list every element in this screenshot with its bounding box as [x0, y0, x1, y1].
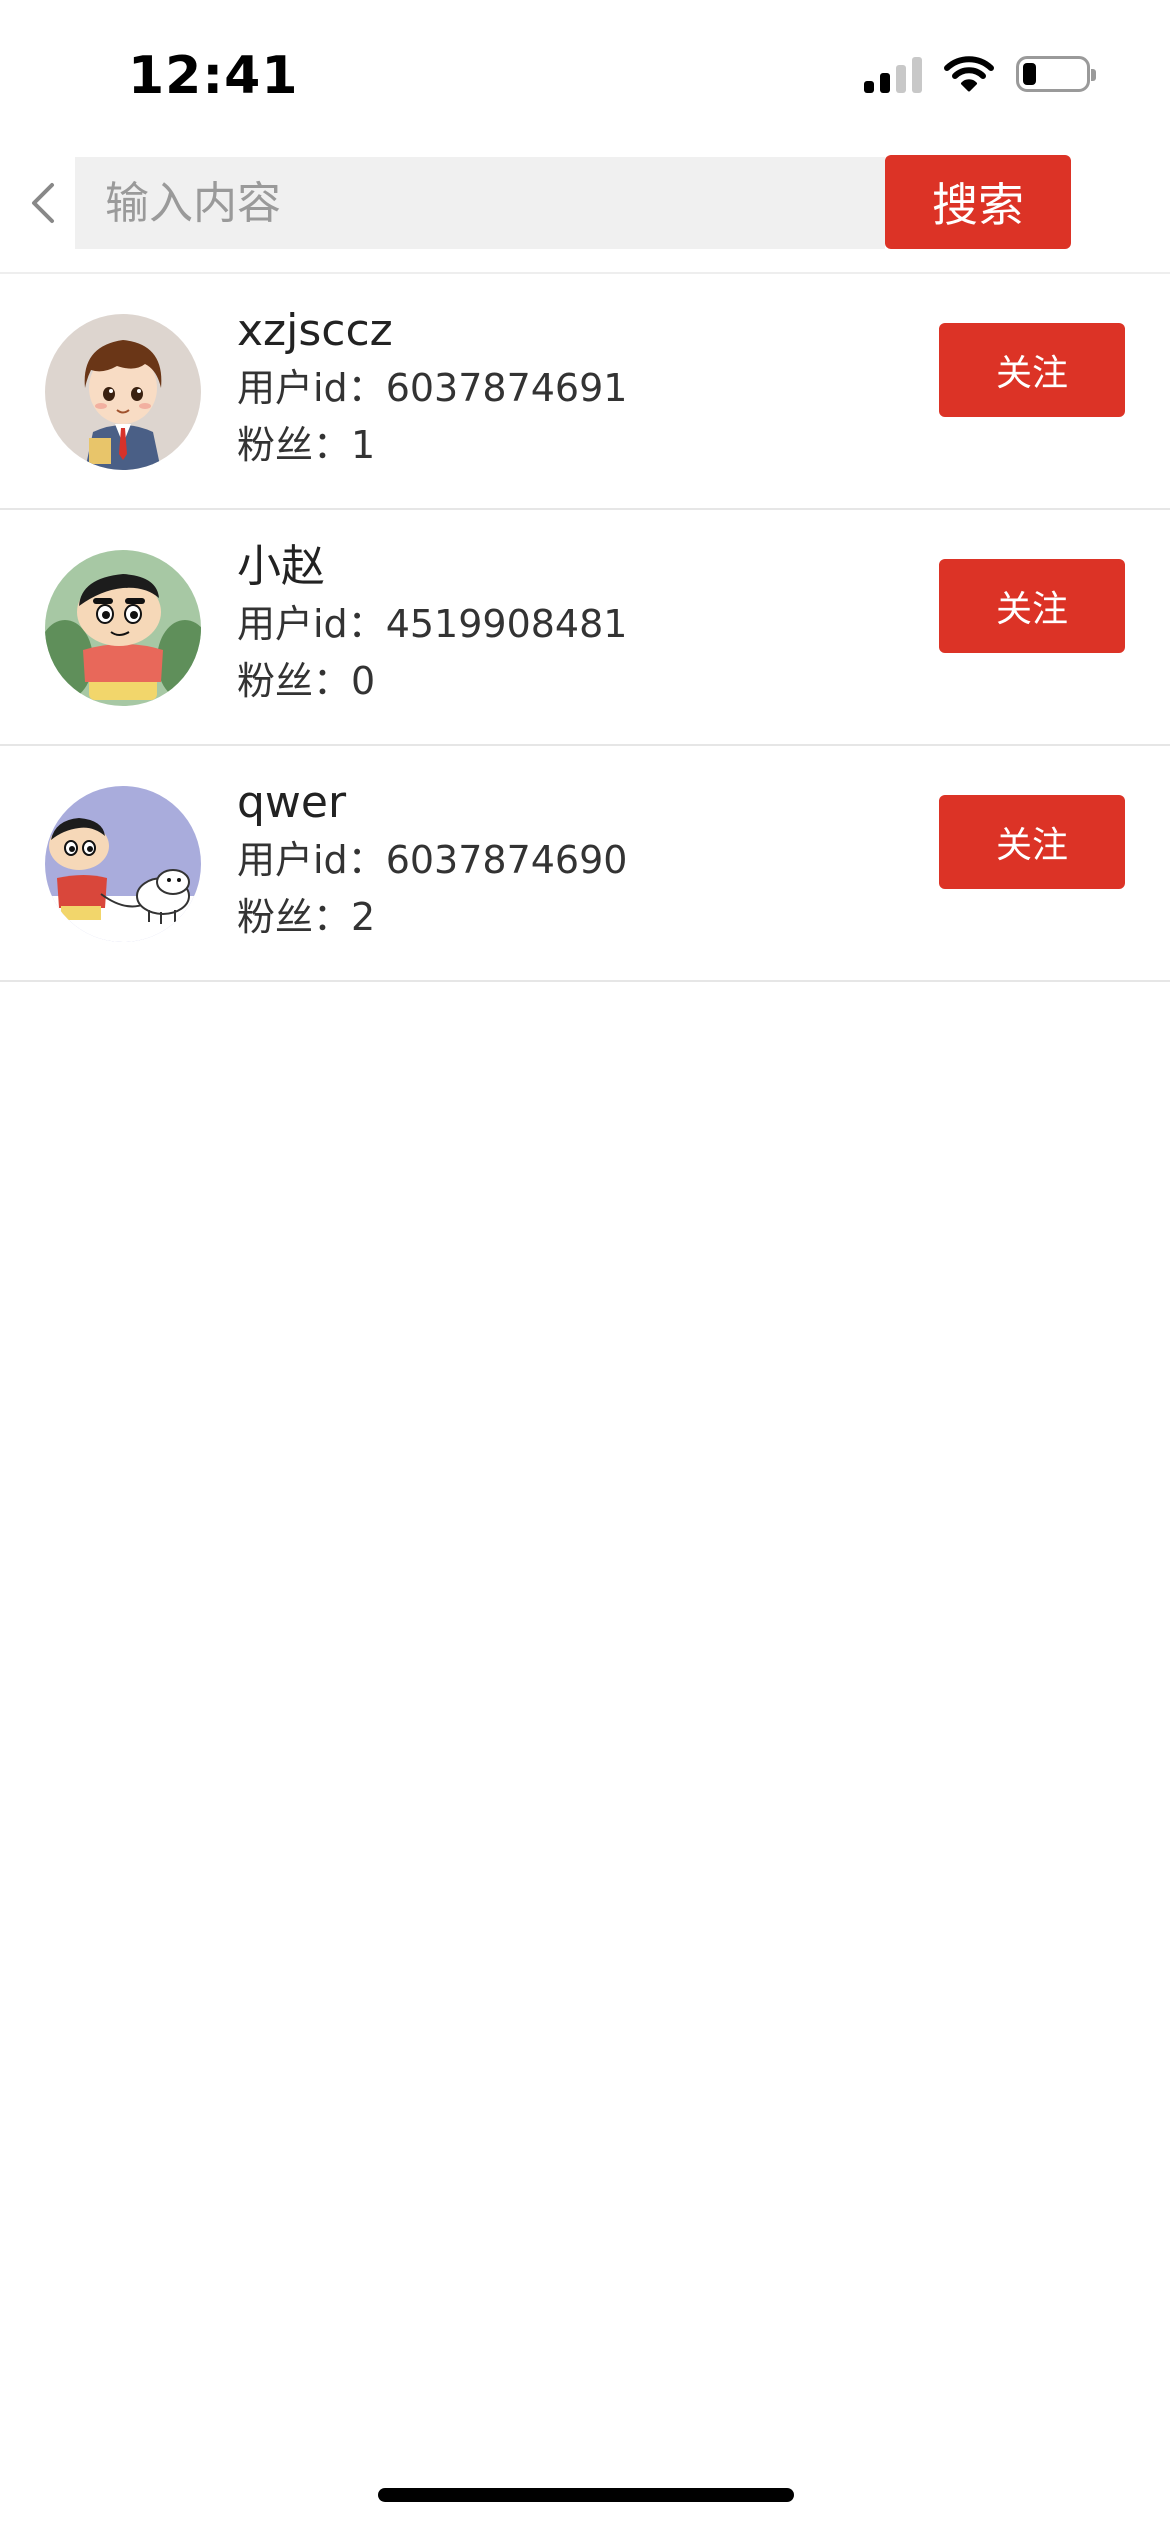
follow-button[interactable]: 关注: [939, 323, 1125, 417]
status-bar: 12:41: [0, 0, 1170, 150]
follow-button[interactable]: 关注: [939, 559, 1125, 653]
search-header: 搜索: [0, 155, 1170, 250]
fans-label: 粉丝：: [237, 895, 352, 939]
list-item[interactable]: 小赵 用户id：4519908481 粉丝：0 关注: [0, 510, 1170, 746]
user-id-line: 用户id：6037874690: [237, 832, 627, 889]
user-info: xzjsccz 用户id：6037874691 粉丝：1: [237, 302, 627, 474]
user-id-value: 4519908481: [385, 602, 628, 646]
shinchan-with-dog-avatar: [45, 786, 201, 942]
user-id-label: 用户id：: [237, 838, 386, 882]
crayon-shinchan-avatar: [45, 550, 201, 706]
fans-line: 粉丝：0: [237, 653, 627, 710]
home-indicator[interactable]: [378, 2488, 794, 2502]
fans-count: 2: [351, 895, 376, 939]
status-time: 12:41: [128, 46, 299, 106]
user-list: xzjsccz 用户id：6037874691 粉丝：1 关注 小赵 用户id：…: [0, 274, 1170, 982]
user-id-line: 用户id：4519908481: [237, 596, 627, 653]
user-name: 小赵: [237, 541, 325, 592]
user-name: qwer: [237, 777, 347, 828]
fans-label: 粉丝：: [237, 423, 352, 467]
list-item[interactable]: xzjsccz 用户id：6037874691 粉丝：1 关注: [0, 274, 1170, 510]
fans-line: 粉丝：2: [237, 889, 627, 946]
back-button[interactable]: [18, 173, 68, 233]
user-id-value: 6037874690: [385, 838, 628, 882]
fans-count: 1: [351, 423, 376, 467]
user-info: 小赵 用户id：4519908481 粉丝：0: [237, 538, 627, 710]
fans-line: 粉丝：1: [237, 417, 627, 474]
cartoon-boy-avatar: [45, 314, 201, 470]
fans-count: 0: [351, 659, 376, 703]
list-item[interactable]: qwer 用户id：6037874690 粉丝：2 关注: [0, 746, 1170, 982]
battery-icon: [1016, 56, 1096, 92]
user-id-value: 6037874691: [385, 366, 628, 410]
fans-label: 粉丝：: [237, 659, 352, 703]
follow-button[interactable]: 关注: [939, 795, 1125, 889]
search-input[interactable]: [75, 157, 885, 249]
cellular-signal-icon: [864, 55, 922, 93]
wifi-icon: [944, 56, 994, 92]
user-id-label: 用户id：: [237, 366, 386, 410]
status-icons: [864, 55, 1096, 93]
user-id-label: 用户id：: [237, 602, 386, 646]
chevron-left-icon: [32, 183, 54, 223]
user-info: qwer 用户id：6037874690 粉丝：2: [237, 774, 627, 946]
search-button[interactable]: 搜索: [885, 155, 1071, 249]
user-name: xzjsccz: [237, 305, 393, 356]
user-id-line: 用户id：6037874691: [237, 360, 627, 417]
